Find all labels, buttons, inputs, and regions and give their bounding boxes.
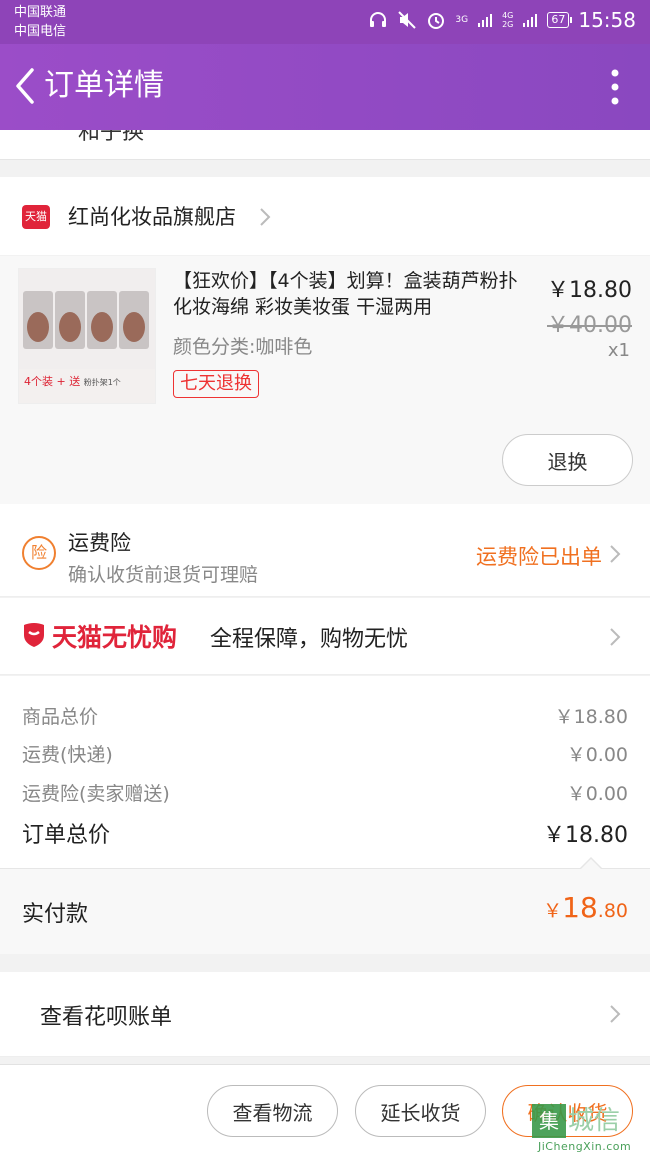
insurance-subtitle: 确认收货前退货可理赔 — [68, 564, 259, 586]
cost-value-shipping: ￥0.00 — [566, 744, 628, 766]
mute-icon — [398, 11, 417, 29]
product-quantity: x1 — [607, 340, 630, 361]
product-variant: 颜色分类:咖啡色 — [173, 336, 313, 358]
watermark-logo: 集 城信 JiChengXin.com — [532, 1104, 650, 1154]
cost-label-insurance: 运费险(卖家赠送) — [22, 783, 170, 805]
paid-currency: ￥ — [543, 900, 563, 922]
back-icon[interactable] — [10, 66, 40, 106]
worry-free-description: 全程保障，购物无忧 — [210, 627, 409, 652]
scrolled-content-strip: 和子换 — [0, 130, 650, 160]
carrier-info: 中国联通 中国电信 — [14, 3, 66, 41]
exchange-button[interactable]: 退换 — [502, 434, 633, 486]
alarm-icon — [428, 13, 445, 29]
insurance-status[interactable]: 运费险已出单 — [476, 541, 602, 571]
page-title: 订单详情 — [44, 68, 164, 103]
chevron-right-icon — [610, 1005, 621, 1023]
watermark-url: JiChengXin.com — [538, 1140, 632, 1153]
chevron-right-icon — [260, 208, 271, 226]
product-title[interactable]: 【狂欢价】【4个装】划算！盒装葫芦粉扑 化妆海绵 彩妆美妆蛋 干湿两用 — [173, 268, 538, 320]
view-logistics-button[interactable]: 查看物流 — [207, 1085, 338, 1137]
seven-day-return-tag: 七天退换 — [173, 370, 259, 398]
thumbnail-caption: 4个装 + 送 粉扑架1个 — [24, 373, 121, 389]
network-2g-label: 2G — [502, 20, 514, 29]
paid-label: 实付款 — [22, 902, 89, 927]
title-bar: 订单详情 — [0, 44, 650, 130]
cost-label-goods: 商品总价 — [22, 706, 99, 728]
network-4g-label: 4G — [502, 11, 514, 20]
original-price: ￥40.00 — [547, 313, 632, 338]
order-total-value: ￥18.80 — [543, 823, 628, 848]
extend-receipt-button[interactable]: 延长收货 — [355, 1085, 486, 1137]
paid-integer: 18 — [562, 891, 598, 924]
worry-free-brand: 天猫无忧购 — [52, 623, 178, 652]
signal-icon-2 — [523, 14, 538, 27]
clock: 15:58 — [578, 8, 636, 32]
carrier-1: 中国联通 — [14, 5, 67, 20]
thumbnail-caption-small: 粉扑架1个 — [83, 378, 121, 387]
cost-value-insurance: ￥0.00 — [566, 783, 628, 805]
status-icons: 3G 4G 2G 67 15:58 — [368, 8, 636, 32]
tmall-badge-icon: 天猫 — [22, 205, 50, 229]
partial-text: 和子换 — [78, 130, 145, 145]
paid-value: ￥18.80 — [543, 891, 628, 924]
shop-name[interactable]: 红尚化妆品旗舰店 — [68, 203, 236, 231]
chevron-right-icon — [610, 545, 621, 563]
headset-icon — [370, 12, 387, 27]
cost-value-goods: ￥18.80 — [554, 706, 628, 728]
network-type: 4G 2G — [502, 11, 513, 29]
order-total-label: 订单总价 — [22, 823, 111, 848]
product-price: ￥18.80 — [547, 278, 632, 303]
chevron-right-icon — [610, 628, 621, 646]
product-thumbnail[interactable]: 4个装 + 送 粉扑架1个 — [18, 268, 156, 404]
signal-icon — [478, 14, 493, 27]
carrier-2: 中国电信 — [14, 24, 67, 39]
shield-icon — [24, 623, 44, 647]
caret-pointer-fill — [581, 859, 601, 869]
status-bar: 中国联通 中国电信 3G 4G 2G 67 15:58 — [0, 0, 650, 44]
thumbnail-caption-main: 4个装 + 送 — [24, 375, 81, 388]
insurance-title: 运费险 — [68, 531, 131, 555]
more-options-icon[interactable] — [610, 69, 620, 105]
paid-decimal: .80 — [597, 900, 628, 922]
cost-label-shipping: 运费(快递) — [22, 744, 113, 766]
huabei-bill-label[interactable]: 查看花呗账单 — [40, 999, 172, 1031]
watermark-chars: 城信 — [568, 1106, 621, 1136]
network-3g-label: 3G — [455, 15, 469, 25]
watermark-box: 集 — [532, 1104, 566, 1138]
sponge-image — [19, 269, 155, 369]
insurance-icon: 险 — [22, 536, 56, 570]
battery-icon: 67 — [547, 12, 573, 28]
